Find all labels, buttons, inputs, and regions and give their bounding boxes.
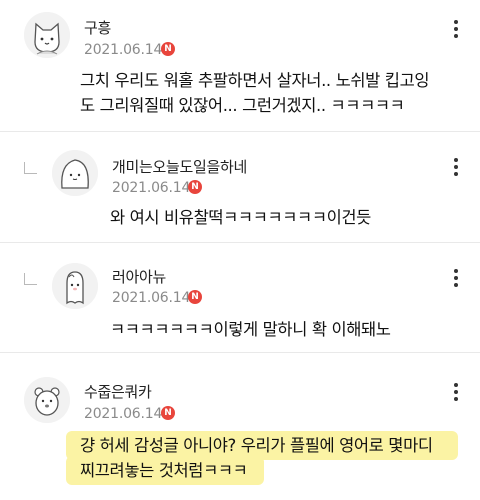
- comment-date: 2021.06.14: [84, 42, 163, 58]
- new-badge: N: [188, 290, 202, 304]
- cat-avatar-icon[interactable]: [24, 12, 70, 58]
- new-badge: N: [161, 42, 175, 56]
- comment-text-line: 찌끄려놓는 것처럼ㅋㅋㅋ: [80, 461, 248, 480]
- reply-item: 러아아뉴 2021.06.14 N ㅋㅋㅋㅋㅋㅋㅋ이렇게 말하니 확 이해돼노: [0, 242, 480, 352]
- comment-text-line: 걍 허세 감성글 아니야? 우리가 플필에 영어로 몇마디: [80, 436, 433, 455]
- comment-nickname[interactable]: 개미는오늘도일을하네: [112, 156, 247, 177]
- reply-arrow-icon: [24, 273, 37, 285]
- more-options-icon[interactable]: [446, 154, 466, 180]
- comment-text-line: 그치 우리도 워홀 추팔하면서 살자너.. 노쉬발 킵고잉: [80, 71, 430, 90]
- new-badge: N: [188, 180, 202, 194]
- comment-nickname[interactable]: 구흥: [84, 17, 111, 38]
- comment-nickname[interactable]: 러아아뉴: [112, 266, 166, 287]
- comment-date: 2021.06.14: [112, 290, 191, 306]
- comment-nickname[interactable]: 수줍은쿼카: [84, 381, 152, 402]
- reply-arrow-icon: [24, 162, 37, 174]
- more-options-icon[interactable]: [446, 265, 466, 291]
- blob-avatar-icon[interactable]: [52, 150, 98, 196]
- comment-item: 수줍은쿼카 2021.06.14 N 걍 허세 감성글 아니야? 우리가 플필에…: [0, 352, 480, 500]
- reply-item: 개미는오늘도일을하네 2021.06.14 N 와 여시 비유찰떡ㅋㅋㅋㅋㅋㅋㅋ…: [0, 131, 480, 242]
- comment-date: 2021.06.14: [112, 180, 191, 196]
- more-options-icon[interactable]: [446, 16, 466, 42]
- ghost-avatar-icon[interactable]: [52, 263, 98, 309]
- comment-text-line: 도 그리워질때 있잖어... 그런거겠지.. ㅋㅋㅋㅋㅋ: [80, 96, 405, 115]
- comment-item: 구흥 2021.06.14 N 그치 우리도 워홀 추팔하면서 살자너.. 노쉬…: [0, 0, 480, 131]
- comment-date: 2021.06.14: [84, 406, 163, 422]
- quokka-avatar-icon[interactable]: [24, 377, 70, 423]
- comment-text-line: ㅋㅋㅋㅋㅋㅋㅋ이렇게 말하니 확 이해돼노: [110, 320, 391, 339]
- more-options-icon[interactable]: [446, 379, 466, 405]
- comment-text-line: 와 여시 비유찰떡ㅋㅋㅋㅋㅋㅋㅋ이건듯: [110, 208, 371, 227]
- new-badge: N: [161, 406, 175, 420]
